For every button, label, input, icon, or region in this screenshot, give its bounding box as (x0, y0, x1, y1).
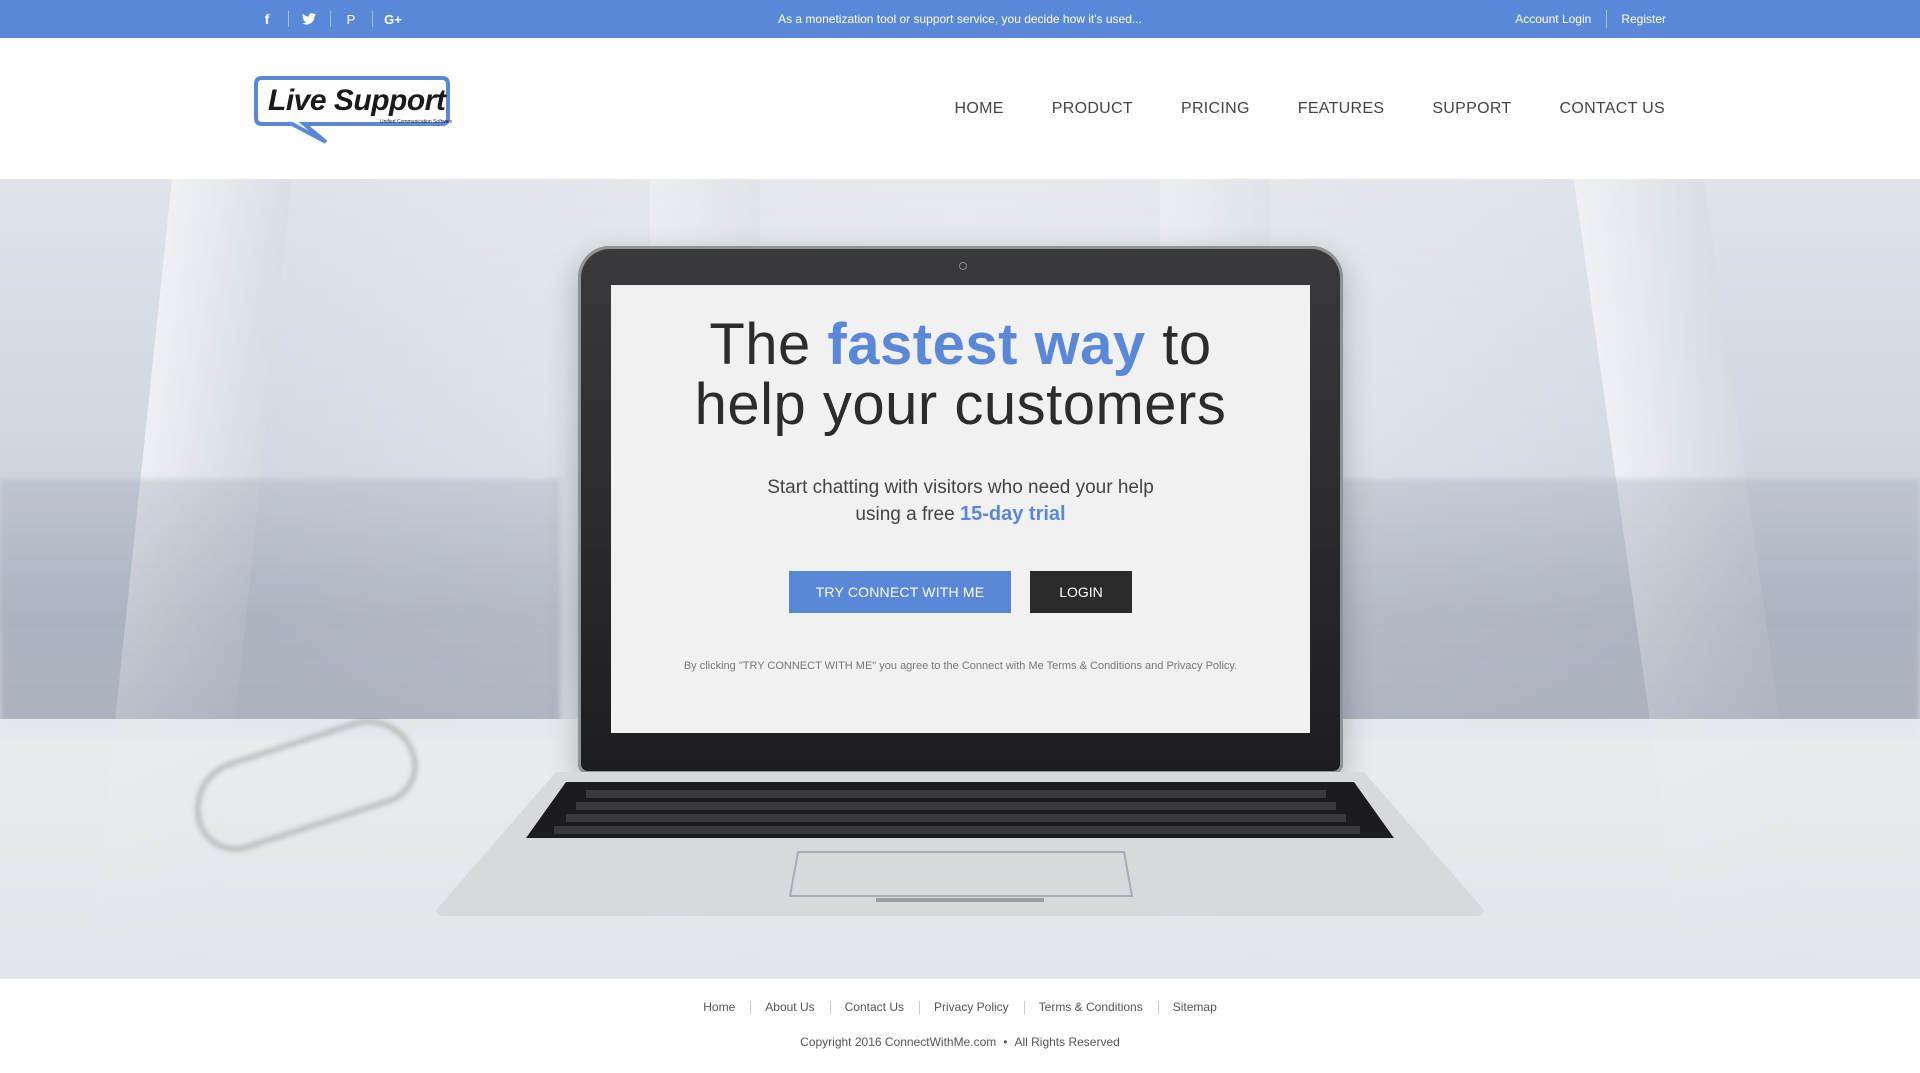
svg-text:Live Support: Live Support (268, 84, 448, 117)
laptop-screen: The fastest way to help your customers S… (611, 285, 1310, 733)
social-links: f P G+ (246, 0, 414, 38)
google-plus-icon[interactable]: G+ (372, 0, 414, 38)
copyright-text: Copyright 2016 ConnectWithMe.com (800, 1035, 997, 1049)
nav-support[interactable]: SUPPORT (1432, 100, 1511, 118)
register-link[interactable]: Register (1606, 10, 1666, 28)
pinterest-icon[interactable]: P (330, 0, 372, 38)
nav-contact-us[interactable]: CONTACT US (1559, 100, 1665, 118)
hero-subtitle: Start chatting with visitors who need yo… (611, 475, 1310, 528)
nav-product[interactable]: PRODUCT (1052, 100, 1133, 118)
headline-pre: The (709, 312, 828, 377)
svg-text:Unified Communication Software: Unified Communication Software (380, 119, 452, 125)
footer-links: Home About Us Contact Us Privacy Policy … (0, 1000, 1920, 1014)
subtitle-line2-pre: using a free (855, 504, 960, 525)
footer-link-home[interactable]: Home (688, 1000, 750, 1014)
rights-text: All Rights Reserved (1014, 1035, 1120, 1049)
background-city (0, 479, 560, 739)
live-support-logo[interactable]: Live Support Unified Communication Softw… (252, 74, 453, 144)
top-bar: f P G+ As a monetization tool or support… (0, 0, 1920, 38)
hero-headline: The fastest way to help your customers (611, 315, 1310, 435)
footer-link-privacy-policy[interactable]: Privacy Policy (918, 1000, 1024, 1014)
try-connect-button[interactable]: TRY CONNECT WITH ME (789, 571, 1011, 613)
login-button[interactable]: LOGIN (1030, 571, 1132, 613)
separator-dot: • (1003, 1035, 1008, 1049)
site-header: Live Support Unified Communication Softw… (0, 38, 1920, 179)
main-nav: HOME PRODUCT PRICING FEATURES SUPPORT CO… (907, 38, 1665, 179)
laptop-base (436, 770, 1484, 916)
footer-link-terms[interactable]: Terms & Conditions (1023, 1000, 1158, 1014)
headline-post: to (1145, 312, 1212, 377)
account-login-link[interactable]: Account Login (1500, 12, 1606, 26)
twitter-icon[interactable] (288, 0, 330, 38)
nav-features[interactable]: FEATURES (1298, 100, 1385, 118)
headline-line2: help your customers (694, 372, 1227, 437)
account-links: Account Login Register (1500, 0, 1666, 38)
footer-link-about-us[interactable]: About Us (750, 1000, 829, 1014)
site-footer: Home About Us Contact Us Privacy Policy … (0, 979, 1920, 1073)
background-city (1340, 479, 1920, 739)
nav-home[interactable]: HOME (955, 100, 1004, 118)
nav-pricing[interactable]: PRICING (1181, 100, 1250, 118)
facebook-icon[interactable]: f (246, 0, 288, 38)
footer-link-contact-us[interactable]: Contact Us (829, 1000, 919, 1014)
subtitle-line1: Start chatting with visitors who need yo… (767, 477, 1154, 498)
headline-highlight: fastest way (827, 312, 1146, 377)
copyright: Copyright 2016 ConnectWithMe.com • All Rig… (0, 1035, 1920, 1049)
footer-link-sitemap[interactable]: Sitemap (1157, 1000, 1232, 1014)
terms-disclaimer: By clicking "TRY CONNECT WITH ME" you ag… (683, 660, 1238, 672)
trial-highlight: 15-day trial (959, 503, 1066, 525)
camera-icon (959, 262, 967, 270)
